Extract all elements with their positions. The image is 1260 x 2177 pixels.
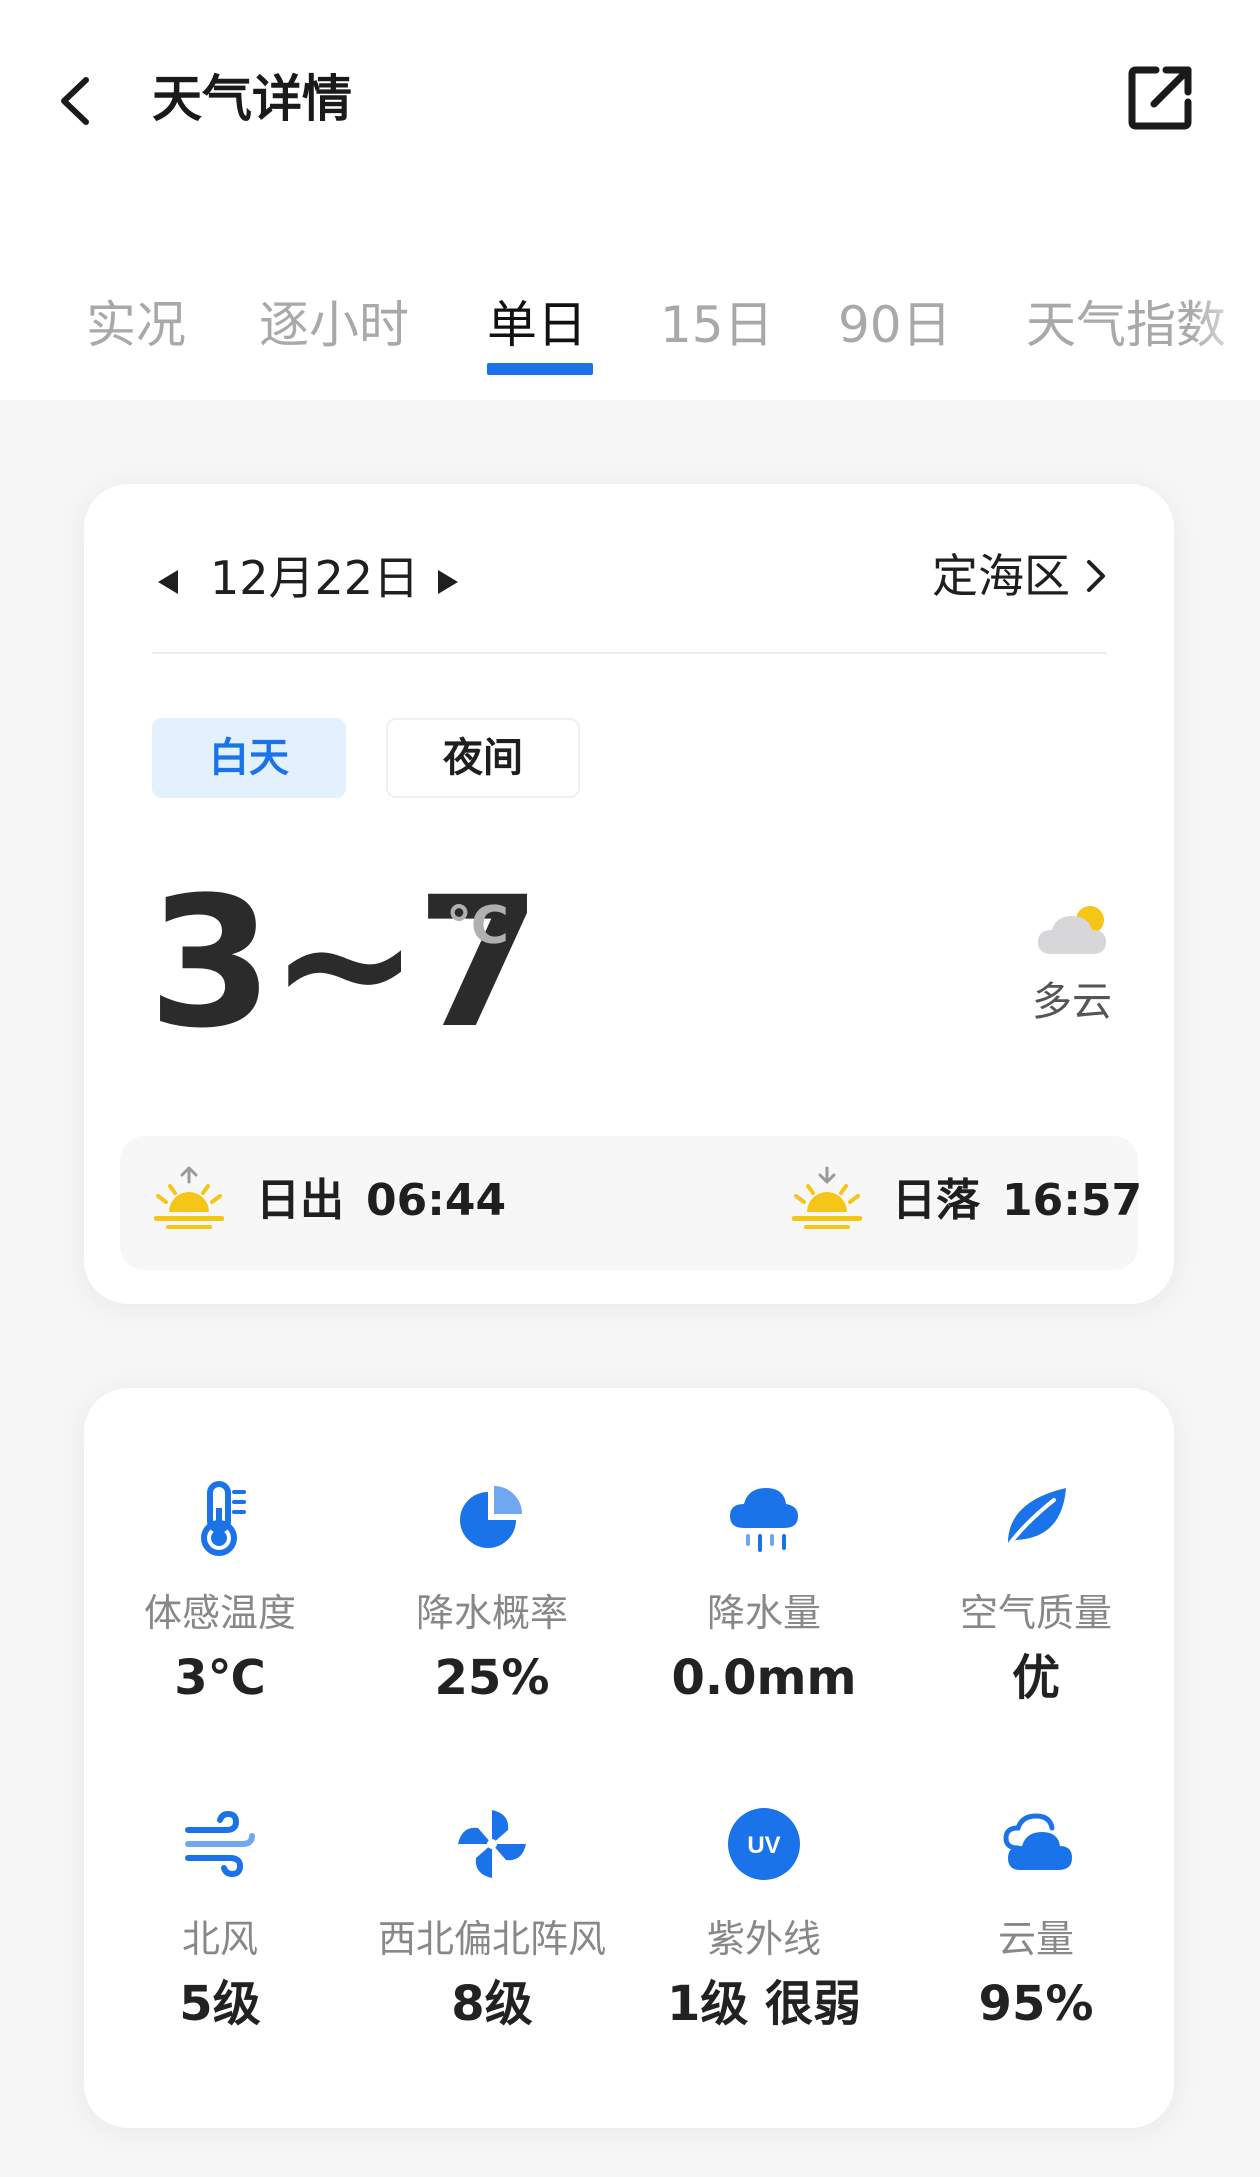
uv-icon: UV bbox=[724, 1804, 804, 1884]
sun-times-bar: 日出 06:44 日落 16:57 bbox=[120, 1136, 1142, 1270]
metric-value: 0.0mm bbox=[671, 1650, 857, 1706]
tab-single-day[interactable]: 单日 bbox=[487, 290, 587, 360]
date-label: 12月22日 bbox=[210, 551, 420, 605]
metric-label: 降水概率 bbox=[415, 1591, 568, 1635]
metric-value: 1级 很弱 bbox=[666, 1976, 862, 2032]
partly-cloudy-icon bbox=[1034, 900, 1114, 960]
metric-value: 优 bbox=[1011, 1650, 1060, 1706]
top-bar: 天气详情 实况 逐小时 单日 15日 90日 天气指数 bbox=[0, 0, 1260, 400]
metric-label: 降水量 bbox=[706, 1591, 821, 1635]
uv-badge-text: UV bbox=[747, 1832, 780, 1859]
leaf-icon bbox=[996, 1478, 1076, 1558]
page-title: 天气详情 bbox=[152, 70, 352, 128]
sunset-label: 日落 bbox=[892, 1175, 980, 1226]
sunset-icon bbox=[790, 1166, 864, 1230]
metric-label: 西北偏北阵风 bbox=[377, 1917, 606, 1961]
metric-value: 25% bbox=[434, 1650, 550, 1706]
external-link-icon bbox=[1128, 66, 1192, 130]
metric-value: 95% bbox=[978, 1976, 1094, 2032]
metric-wind: 北风 5级 bbox=[84, 1804, 356, 2064]
sunrise-time: 06:44 bbox=[366, 1175, 507, 1226]
metric-label: 北风 bbox=[181, 1917, 258, 1961]
chevron-right-icon bbox=[1087, 560, 1105, 592]
triangle-right-icon bbox=[438, 570, 458, 594]
sunset-time: 16:57 bbox=[1002, 1175, 1143, 1226]
metric-precip-probability: 降水概率 25% bbox=[356, 1478, 628, 1738]
wind-icon bbox=[180, 1804, 260, 1884]
metric-uv: UV 紫外线 1级 很弱 bbox=[628, 1804, 900, 2064]
tab-live[interactable]: 实况 bbox=[86, 290, 186, 360]
weather-metrics-card: 体感温度 3℃ 降水概率 25% 降水量 0.0mm 空气质量 优 北风 5级 … bbox=[84, 1388, 1174, 2128]
metric-gust: 西北偏北阵风 8级 bbox=[356, 1804, 628, 2064]
active-tab-indicator bbox=[487, 363, 593, 375]
triangle-left-icon bbox=[158, 570, 178, 594]
chevron-left-icon bbox=[61, 77, 89, 125]
divider bbox=[152, 652, 1106, 654]
location-label: 定海区 bbox=[932, 549, 1070, 603]
share-button[interactable] bbox=[1124, 62, 1196, 134]
location-selector[interactable]: 定海区 bbox=[932, 544, 1108, 608]
metric-label: 云量 bbox=[997, 1917, 1074, 1961]
previous-date-button[interactable] bbox=[152, 566, 184, 598]
metric-label: 紫外线 bbox=[706, 1917, 821, 1961]
metric-value: 8级 bbox=[451, 1976, 533, 2032]
metric-value: 5级 bbox=[179, 1976, 261, 2032]
metric-label: 体感温度 bbox=[143, 1591, 296, 1635]
sunrise-label: 日出 bbox=[256, 1175, 344, 1226]
next-date-button[interactable] bbox=[432, 566, 464, 598]
metric-label: 空气质量 bbox=[959, 1591, 1112, 1635]
metric-value: 3℃ bbox=[174, 1650, 266, 1706]
tab-fade-overlay bbox=[1190, 290, 1260, 370]
tab-bar: 实况 逐小时 单日 15日 90日 天气指数 bbox=[0, 290, 1260, 400]
metric-cloud-cover: 云量 95% bbox=[900, 1804, 1172, 2064]
metric-air-quality: 空气质量 优 bbox=[900, 1478, 1172, 1738]
weather-condition: 多云 bbox=[1032, 979, 1112, 1025]
tab-15-day[interactable]: 15日 bbox=[660, 290, 774, 360]
cloud-icon bbox=[996, 1804, 1076, 1884]
back-button[interactable] bbox=[50, 66, 106, 136]
temperature-unit: ℃ bbox=[446, 896, 509, 956]
tab-90-day[interactable]: 90日 bbox=[838, 290, 952, 360]
sunrise-icon bbox=[152, 1166, 226, 1230]
metric-precipitation: 降水量 0.0mm bbox=[628, 1478, 900, 1738]
pinwheel-icon bbox=[452, 1804, 532, 1884]
metric-feels-like: 体感温度 3℃ bbox=[84, 1478, 356, 1738]
segment-night-button[interactable]: 夜间 bbox=[386, 718, 580, 798]
day-summary-card: 12月22日 定海区 白天 夜间 3~7 ℃ 多云 日出 06:44 日落 16… bbox=[84, 484, 1174, 1304]
segment-day-button[interactable]: 白天 bbox=[152, 718, 346, 798]
pie-chart-icon bbox=[452, 1478, 532, 1558]
rain-cloud-icon bbox=[724, 1478, 804, 1558]
thermometer-icon bbox=[180, 1478, 260, 1558]
tab-hourly[interactable]: 逐小时 bbox=[259, 290, 409, 360]
